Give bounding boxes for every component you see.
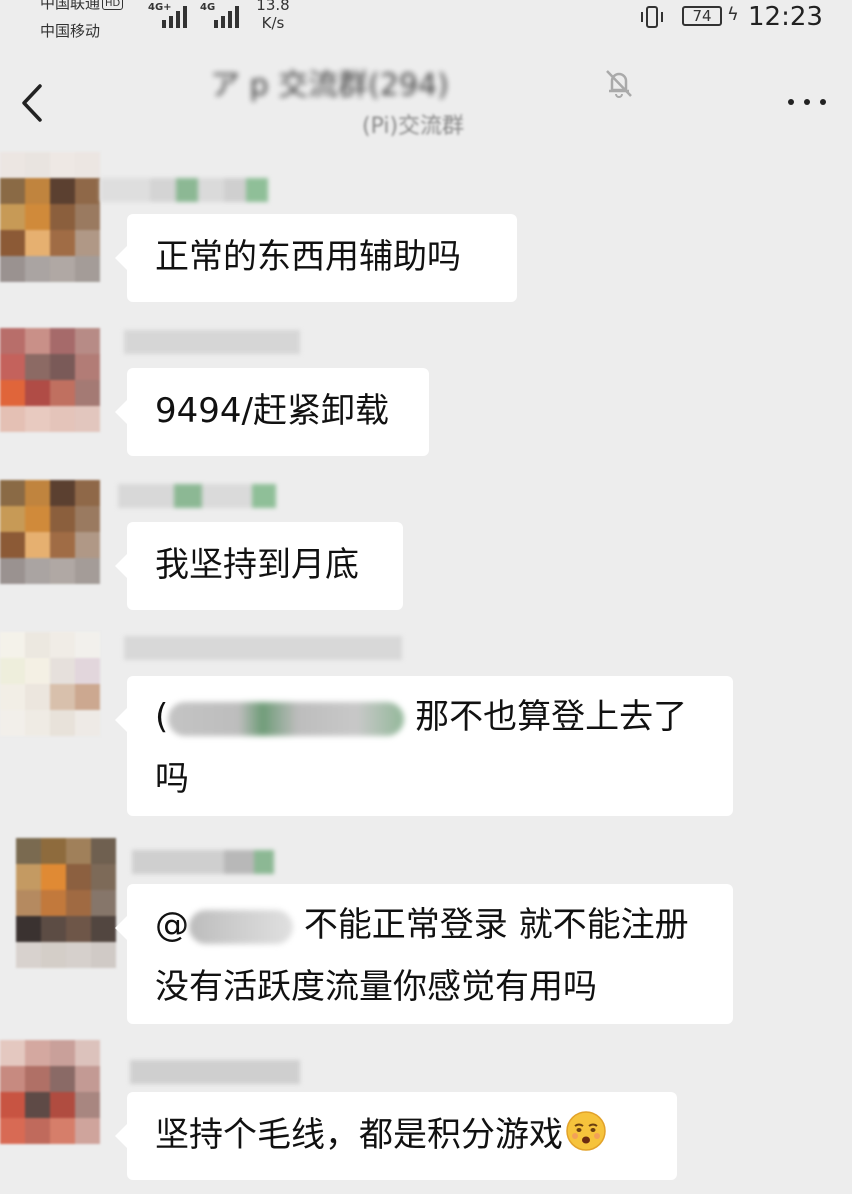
avatar[interactable] xyxy=(0,1040,100,1144)
message-text: 坚持个毛线，都是积分游戏 xyxy=(155,1115,563,1155)
speed-unit: K/s xyxy=(261,14,285,32)
signal-bars-icon xyxy=(214,6,239,28)
hushed-face-emoji xyxy=(566,1111,606,1151)
avatar[interactable] xyxy=(16,838,116,968)
sender-name xyxy=(130,1060,300,1084)
sender-name xyxy=(124,330,300,354)
more-dot xyxy=(788,99,794,105)
bell-off-icon xyxy=(606,70,632,98)
avatar[interactable] xyxy=(0,480,100,584)
vibrate-icon xyxy=(641,6,663,28)
chat-title: ア p 交流群(294) xyxy=(210,64,630,108)
message-bubble[interactable]: 正常的东西用辅助吗 xyxy=(115,214,517,302)
message-prefix: @ xyxy=(155,905,189,945)
redacted-mention xyxy=(189,909,293,944)
message-bubble[interactable]: 9494/赶紧卸载 xyxy=(115,368,429,456)
sender-name xyxy=(118,484,276,508)
more-button[interactable] xyxy=(786,94,828,112)
signal-bars-icon xyxy=(162,6,187,28)
status-bar: 中国联通 HD 中国移动 4G+ 4G 13.8 K/s 74 ϟ 12:23 xyxy=(0,0,852,44)
avatar[interactable] xyxy=(0,632,100,736)
message-text-line-2: 没有活跃度流量你感觉有用吗 xyxy=(155,967,597,1007)
message-bubble[interactable]: ( 那不也算登上去了吗 xyxy=(115,676,733,816)
carrier-2-label: 中国移动 xyxy=(40,22,101,40)
message-bubble[interactable]: 我坚持到月底 xyxy=(115,522,403,610)
message-text: 我坚持到月底 xyxy=(155,545,359,585)
message-text-line-1: 不能正常登录 就不能注册 xyxy=(303,905,689,945)
carrier-1-label: 中国联通 xyxy=(40,0,101,12)
chat-title-text: ア p 交流群(294) xyxy=(210,68,449,103)
sender-name xyxy=(100,178,268,202)
hd-badge: HD xyxy=(102,0,124,10)
speed-value: 13.8 xyxy=(256,0,290,14)
back-button[interactable] xyxy=(18,80,48,126)
status-time: 12:23 xyxy=(748,2,823,32)
avatar[interactable] xyxy=(0,152,100,282)
message-bubble[interactable]: @ 不能正常登录 就不能注册 没有活跃度流量你感觉有用吗 xyxy=(115,884,733,1024)
message-prefix: ( xyxy=(155,697,169,737)
network-speed: 13.8 K/s xyxy=(256,0,290,32)
avatar[interactable] xyxy=(0,328,100,432)
redacted-mention xyxy=(168,701,405,736)
message-text: 正常的东西用辅助吗 xyxy=(155,237,461,277)
battery-level: 74 xyxy=(682,6,722,26)
message-bubble[interactable]: 坚持个毛线，都是积分游戏 xyxy=(115,1092,677,1180)
sender-name xyxy=(124,636,402,660)
charging-icon: ϟ xyxy=(727,4,739,25)
chat-subtitle: (Pi)交流群 xyxy=(362,114,465,139)
more-dot xyxy=(820,99,826,105)
sender-name xyxy=(132,850,274,874)
carrier-1: 中国联通 HD xyxy=(40,0,124,12)
more-dot xyxy=(804,99,810,105)
message-text: 9494/赶紧卸载 xyxy=(155,391,389,431)
